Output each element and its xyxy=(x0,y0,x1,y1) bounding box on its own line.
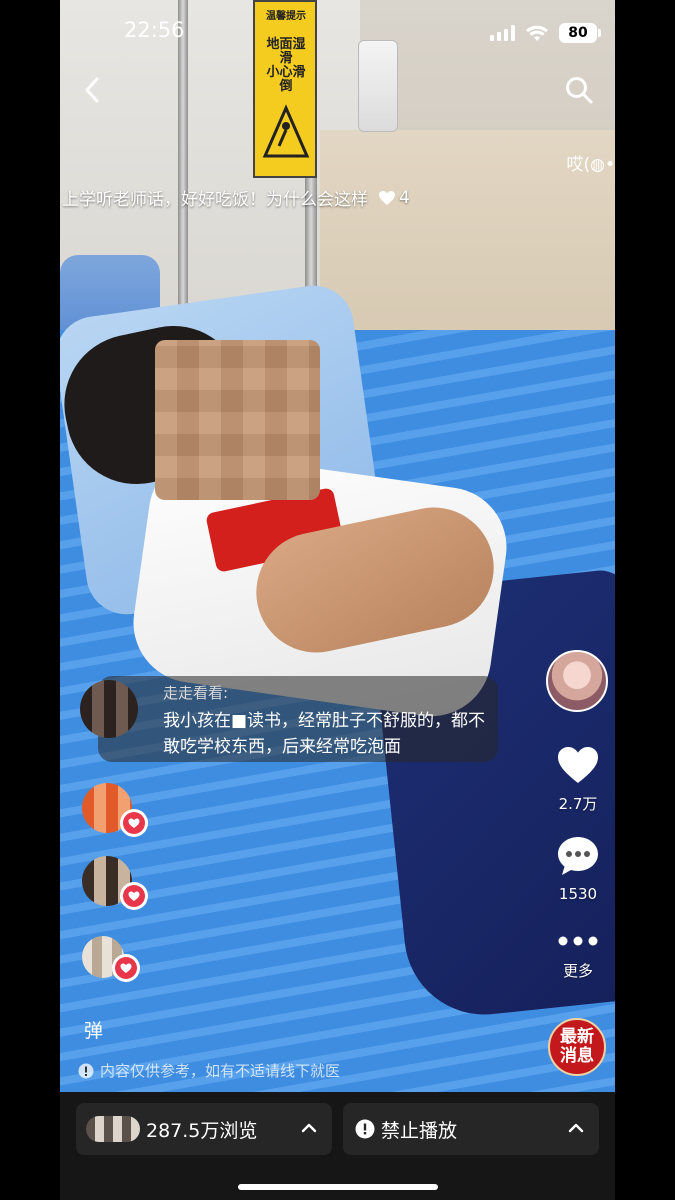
views-button[interactable]: 287.5万浏览 xyxy=(76,1103,332,1155)
floating-danmu-text: 哎(◍• xyxy=(566,155,616,175)
like-count: 2.7万 xyxy=(558,795,598,813)
heart-badge-icon xyxy=(120,882,148,910)
home-indicator xyxy=(238,1184,438,1190)
heart-outline-icon xyxy=(379,190,395,205)
viewer-avatar[interactable] xyxy=(82,936,140,982)
search-icon xyxy=(566,77,593,104)
battery-icon: 80 xyxy=(559,23,601,43)
status-icons: 80 xyxy=(490,20,601,46)
chevron-up-icon xyxy=(301,1123,317,1133)
disclaimer-text: 内容仅供参考，如有不适请线下就医 xyxy=(100,1062,341,1080)
video-title-line: 上学听老师话，好好吃饭！为什么会这样 4 xyxy=(62,185,482,211)
iv-pole xyxy=(178,0,188,320)
disclaimer: 内容仅供参考，如有不适请线下就医 xyxy=(78,1060,340,1081)
sign-line: 温馨提示 xyxy=(266,11,306,22)
sign-line: 地面湿滑 xyxy=(266,37,306,66)
comment-count: 1530 xyxy=(558,885,598,903)
views-count: 287.5万浏览 xyxy=(146,1119,258,1142)
heart-icon xyxy=(558,747,598,783)
more-label: 更多 xyxy=(562,962,593,980)
title-like: 4 xyxy=(378,188,410,208)
search-button[interactable] xyxy=(561,72,597,108)
chevron-left-icon xyxy=(85,77,99,103)
alert-icon xyxy=(355,1119,375,1139)
comment-avatar[interactable] xyxy=(80,680,138,738)
comment-text: 我小孩在■读书，经常肚子不舒服的，都不敢吃学校东西，后来经常吃泡面 xyxy=(163,711,486,757)
viewer-avatar[interactable] xyxy=(82,783,148,837)
slip-warning-icon xyxy=(262,104,310,158)
author-avatar[interactable] xyxy=(546,650,608,712)
news-badge-line1: 最新 xyxy=(560,1027,594,1047)
comment-button[interactable]: 1530 xyxy=(543,835,613,903)
warning-sign: 温馨提示 地面湿滑 小心滑倒 xyxy=(253,0,317,178)
sanitizer-dispenser xyxy=(358,40,398,132)
news-badge-line2: 消息 xyxy=(560,1046,594,1066)
status-time: 22:56 xyxy=(124,18,185,42)
more-dots-icon xyxy=(558,936,598,946)
latest-news-badge[interactable]: 最新 消息 xyxy=(548,1018,606,1076)
comment-username: 走走看看: xyxy=(163,684,229,702)
viewer-avatar[interactable] xyxy=(82,856,148,910)
heart-badge-icon xyxy=(120,809,148,837)
chevron-up-icon xyxy=(568,1123,584,1133)
back-button[interactable] xyxy=(74,72,110,108)
like-button[interactable]: 2.7万 xyxy=(543,745,613,814)
comment-bubble-icon xyxy=(558,837,598,875)
info-icon xyxy=(78,1063,94,1078)
danmu-toggle-button[interactable]: 弹 xyxy=(84,1016,103,1043)
video-title: 上学听老师话，好好吃饭！为什么会这样 xyxy=(62,190,368,210)
cellular-signal-icon xyxy=(490,25,515,41)
viewer-avatars-stack xyxy=(86,1116,140,1142)
wifi-icon xyxy=(526,25,548,41)
phone-screen: 温馨提示 地面湿滑 小心滑倒 22:56 80 哎(◍• 上学听老师话，好好吃饭… xyxy=(60,0,615,1200)
heart-badge-icon xyxy=(112,954,140,982)
block-playback-label: 禁止播放 xyxy=(381,1119,458,1142)
sign-line: 小心滑倒 xyxy=(266,65,306,94)
title-like-count: 4 xyxy=(399,187,410,208)
block-playback-button[interactable]: 禁止播放 xyxy=(343,1103,599,1155)
video-frame[interactable]: 温馨提示 地面湿滑 小心滑倒 xyxy=(60,0,615,1092)
more-button[interactable]: 更多 xyxy=(543,930,613,981)
blurred-face xyxy=(155,340,320,500)
